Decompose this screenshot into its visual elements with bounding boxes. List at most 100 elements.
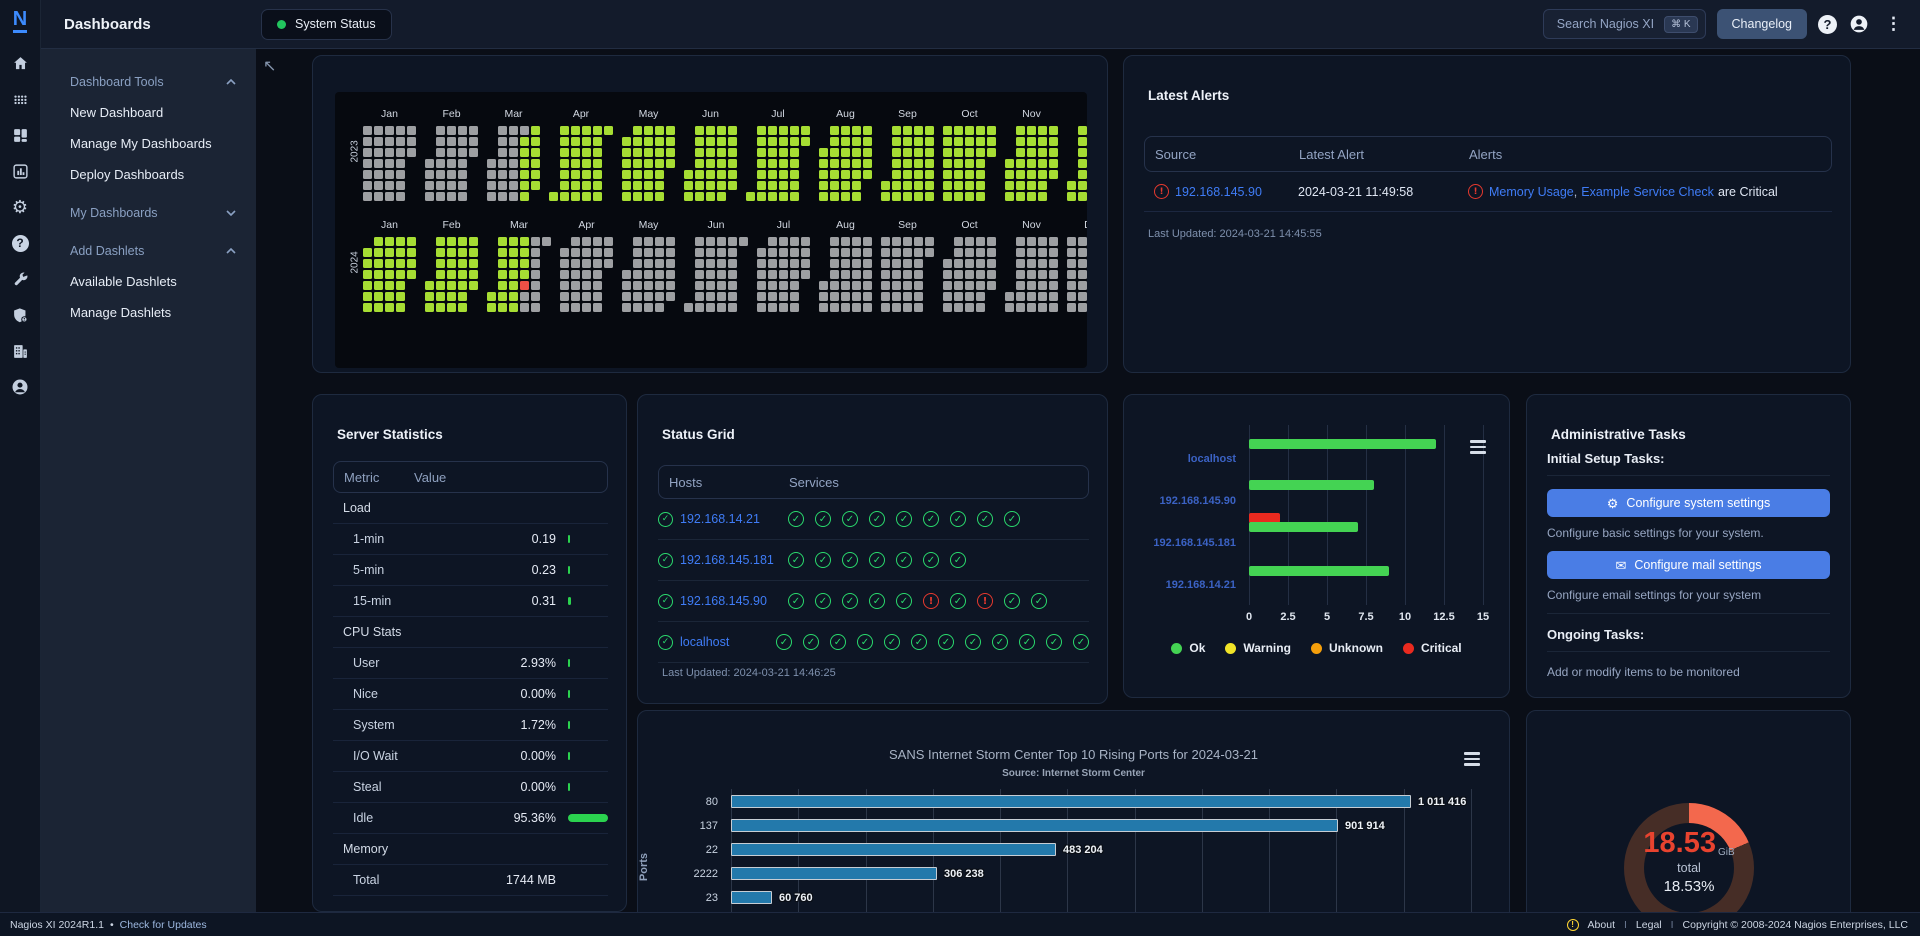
heatmap-day-cell[interactable] [757, 148, 766, 157]
heatmap-day-cell[interactable] [458, 248, 467, 257]
heatmap-day-cell[interactable] [458, 170, 467, 179]
heatmap-day-cell[interactable] [852, 170, 861, 179]
heatmap-day-cell[interactable] [819, 192, 828, 201]
heatmap-day-cell[interactable] [425, 292, 434, 301]
heatmap-day-cell[interactable] [965, 170, 974, 179]
heatmap-day-cell[interactable] [385, 292, 394, 301]
heatmap-day-cell[interactable] [790, 159, 799, 168]
heatmap-day-cell[interactable] [1049, 281, 1058, 290]
heatmap-day-cell[interactable] [976, 248, 985, 257]
heatmap-day-cell[interactable] [987, 281, 996, 290]
heatmap-day-cell[interactable] [436, 137, 445, 146]
heatmap-day-cell[interactable] [571, 259, 580, 268]
heatmap-day-cell[interactable] [571, 237, 580, 246]
heatmap-day-cell[interactable] [903, 270, 912, 279]
check-for-updates-link[interactable]: Check for Updates [120, 919, 207, 931]
heatmap-day-cell[interactable] [757, 170, 766, 179]
heatmap-day-cell[interactable] [385, 137, 394, 146]
heatmap-day-cell[interactable] [914, 270, 923, 279]
service-status-ok-icon[interactable]: ✓ [842, 593, 858, 609]
heatmap-day-cell[interactable] [1038, 259, 1047, 268]
heatmap-day-cell[interactable] [1049, 148, 1058, 157]
heatmap-day-cell[interactable] [363, 137, 372, 146]
user-account-icon[interactable] [1848, 13, 1870, 35]
heatmap-day-cell[interactable] [852, 148, 861, 157]
service-status-ok-icon[interactable]: ✓ [815, 593, 831, 609]
heatmap-day-cell[interactable] [903, 259, 912, 268]
heatmap-day-cell[interactable] [487, 170, 496, 179]
heatmap-day-cell[interactable] [571, 126, 580, 135]
service-status-ok-icon[interactable]: ✓ [788, 593, 804, 609]
heatmap-day-cell[interactable] [819, 292, 828, 301]
heatmap-day-cell[interactable] [593, 270, 602, 279]
host-link[interactable]: 192.168.145.181 [680, 553, 774, 567]
heatmap-day-cell[interactable] [531, 270, 540, 279]
heatmap-day-cell[interactable] [695, 159, 704, 168]
heatmap-day-cell[interactable] [436, 237, 445, 246]
heatmap-day-cell[interactable] [1049, 126, 1058, 135]
heatmap-day-cell[interactable] [779, 159, 788, 168]
dashboards-icon[interactable] [0, 117, 41, 153]
heatmap-day-cell[interactable] [633, 237, 642, 246]
heatmap-day-cell[interactable] [954, 248, 963, 257]
host-category-label[interactable]: 192.168.14.21 [1126, 579, 1236, 591]
heatmap-day-cell[interactable] [644, 192, 653, 201]
chart-menu-icon[interactable] [1461, 749, 1483, 769]
heatmap-day-cell[interactable] [1027, 181, 1036, 190]
heatmap-day-cell[interactable] [863, 170, 872, 179]
heatmap-day-cell[interactable] [487, 181, 496, 190]
changelog-button[interactable]: Changelog [1717, 9, 1807, 39]
heatmap-day-cell[interactable] [633, 281, 642, 290]
heatmap-day-cell[interactable] [644, 303, 653, 312]
heatmap-day-cell[interactable] [509, 270, 518, 279]
heatmap-day-cell[interactable] [385, 270, 394, 279]
heatmap-day-cell[interactable] [1016, 303, 1025, 312]
heatmap-day-cell[interactable] [363, 148, 372, 157]
service-status-ok-icon[interactable]: ✓ [869, 552, 885, 568]
heatmap-day-cell[interactable] [728, 248, 737, 257]
heatmap-day-cell[interactable] [436, 270, 445, 279]
heatmap-day-cell[interactable] [531, 137, 540, 146]
heatmap-day-cell[interactable] [976, 126, 985, 135]
heatmap-day-cell[interactable] [436, 303, 445, 312]
heatmap-day-cell[interactable] [881, 248, 890, 257]
heatmap-day-cell[interactable] [1005, 292, 1014, 301]
heatmap-day-cell[interactable] [385, 237, 394, 246]
heatmap-day-cell[interactable] [1067, 303, 1076, 312]
host-link[interactable]: 192.168.145.90 [680, 594, 767, 608]
heatmap-day-cell[interactable] [1078, 192, 1087, 201]
service-status-ok-icon[interactable]: ✓ [950, 552, 966, 568]
heatmap-day-cell[interactable] [622, 303, 631, 312]
heatmap-day-cell[interactable] [1038, 303, 1047, 312]
heatmap-day-cell[interactable] [622, 137, 631, 146]
heatmap-day-cell[interactable] [1038, 292, 1047, 301]
heatmap-day-cell[interactable] [531, 303, 540, 312]
heatmap-day-cell[interactable] [965, 126, 974, 135]
heatmap-day-cell[interactable] [779, 259, 788, 268]
heatmap-day-cell[interactable] [1078, 270, 1087, 279]
heatmap-day-cell[interactable] [717, 192, 726, 201]
heatmap-day-cell[interactable] [509, 281, 518, 290]
heatmap-day-cell[interactable] [425, 192, 434, 201]
heatmap-day-cell[interactable] [768, 148, 777, 157]
heatmap-day-cell[interactable] [881, 192, 890, 201]
heatmap-day-cell[interactable] [560, 281, 569, 290]
heatmap-day-cell[interactable] [593, 126, 602, 135]
heatmap-day-cell[interactable] [1016, 192, 1025, 201]
heatmap-day-cell[interactable] [425, 170, 434, 179]
heatmap-day-cell[interactable] [582, 170, 591, 179]
heatmap-day-cell[interactable] [852, 248, 861, 257]
heatmap-day-cell[interactable] [914, 181, 923, 190]
heatmap-day-cell[interactable] [976, 259, 985, 268]
heatmap-day-cell[interactable] [374, 137, 383, 146]
heatmap-day-cell[interactable] [436, 248, 445, 257]
heatmap-day-cell[interactable] [943, 303, 952, 312]
heatmap-day-cell[interactable] [1067, 259, 1076, 268]
heatmap-day-cell[interactable] [396, 303, 405, 312]
heatmap-day-cell[interactable] [1078, 126, 1087, 135]
heatmap-day-cell[interactable] [925, 126, 934, 135]
heatmap-day-cell[interactable] [385, 181, 394, 190]
heatmap-day-cell[interactable] [728, 292, 737, 301]
heatmap-day-cell[interactable] [1078, 148, 1087, 157]
heatmap-day-cell[interactable] [593, 281, 602, 290]
